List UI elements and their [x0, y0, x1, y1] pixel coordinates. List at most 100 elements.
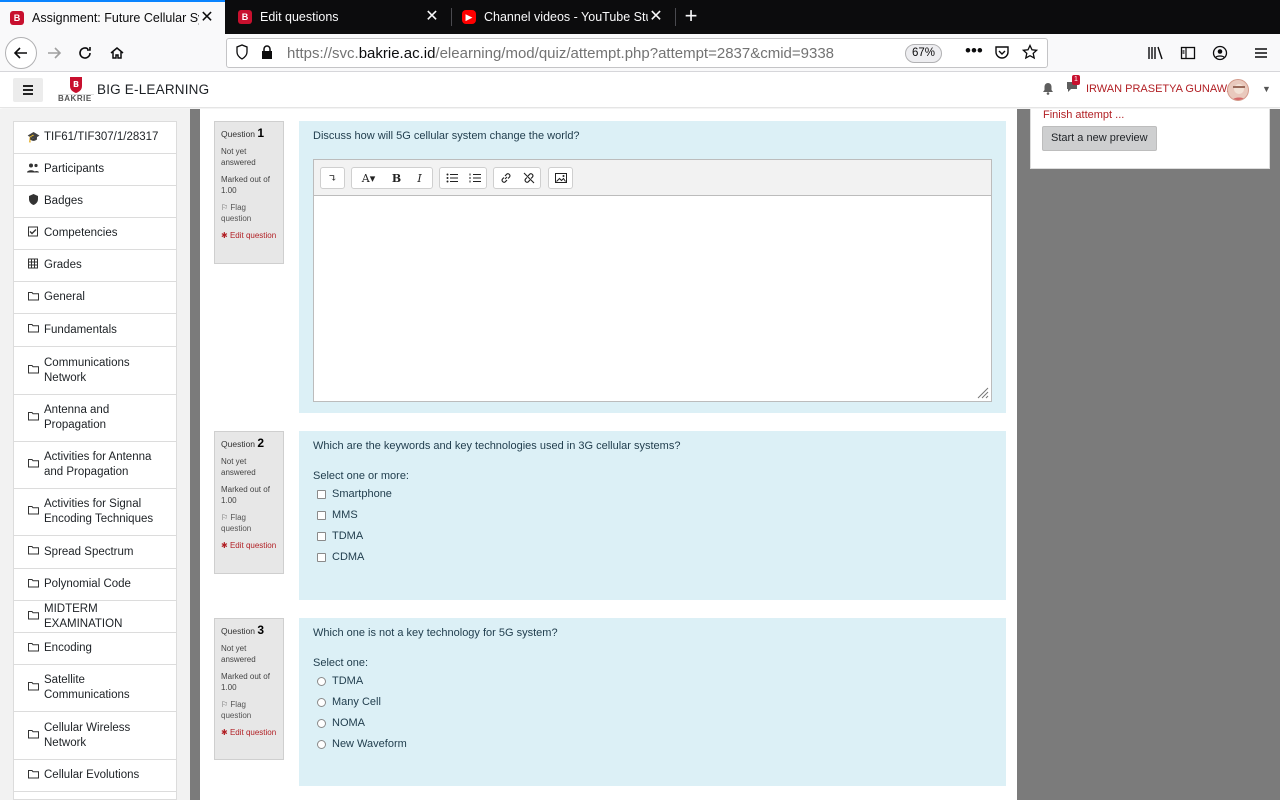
answer-option[interactable]: TDMA: [317, 530, 363, 542]
unlink-icon[interactable]: [517, 168, 540, 188]
option-label[interactable]: Smartphone: [332, 488, 392, 500]
sidebar-item-label: Encoding: [44, 642, 92, 654]
lock-icon[interactable]: [261, 44, 273, 64]
option-label[interactable]: NOMA: [332, 717, 365, 729]
user-menu-caret-icon[interactable]: ▼: [1262, 84, 1271, 94]
sidebar-item-activities-antenna[interactable]: Activities for Antenna and Propagation: [14, 442, 176, 489]
sidebar-item-spread-spectrum[interactable]: Spread Spectrum: [14, 536, 176, 569]
sidebar-item-cellular-wireless[interactable]: Cellular Wireless Network: [14, 712, 176, 760]
menu-icon[interactable]: [1247, 39, 1275, 67]
reload-button[interactable]: [71, 39, 99, 67]
site-name[interactable]: BIG E-LEARNING: [97, 82, 209, 97]
sidebar-item-competencies[interactable]: Competencies: [14, 218, 176, 250]
sidebar-item-antenna-propagation[interactable]: Antenna and Propagation: [14, 395, 176, 442]
sidebar-item-encoding[interactable]: Encoding: [14, 633, 176, 665]
answer-option[interactable]: Smartphone: [317, 488, 392, 500]
finish-attempt-link[interactable]: Finish attempt ...: [1043, 109, 1124, 121]
option-label[interactable]: Many Cell: [332, 696, 381, 708]
answer-option[interactable]: NOMA: [317, 717, 365, 729]
sidebar-item-activities-signal[interactable]: Activities for Signal Encoding Technique…: [14, 489, 176, 536]
option-label[interactable]: TDMA: [332, 675, 363, 687]
resize-handle-icon[interactable]: [977, 387, 989, 399]
sidebar-item-cellular-evolutions[interactable]: Cellular Evolutions: [14, 760, 176, 792]
ordered-list-icon[interactable]: [463, 168, 486, 188]
option-checkbox[interactable]: [317, 531, 326, 541]
sidebar-item-satellite[interactable]: Satellite Communications: [14, 665, 176, 712]
sidebar-item-communications-network[interactable]: Communications Network: [14, 347, 176, 395]
sidebar-item-grades[interactable]: Grades: [14, 250, 176, 282]
option-label[interactable]: New Waveform: [332, 738, 407, 750]
new-tab-icon[interactable]: +: [680, 5, 702, 27]
user-name[interactable]: IRWAN PRASETYA GUNAWAN: [1086, 83, 1242, 95]
answer-option[interactable]: New Waveform: [317, 738, 407, 750]
browser-tab[interactable]: B Edit questions ✕: [228, 0, 450, 34]
edit-question-link[interactable]: ✱ Edit question: [221, 540, 277, 551]
link-icon[interactable]: [494, 168, 517, 188]
url-bar[interactable]: https://svc.bakrie.ac.id/elearning/mod/q…: [226, 38, 1048, 68]
question-label: Question: [221, 626, 256, 636]
toolbar-group: ↴: [320, 167, 345, 189]
drawer-toggle-button[interactable]: [13, 78, 43, 102]
font-style-icon[interactable]: A▾: [352, 168, 385, 188]
edit-label: Edit question: [229, 728, 277, 737]
edit-question-link[interactable]: ✱ Edit question: [221, 230, 277, 241]
flag-question-link[interactable]: ⚐ Flag question: [221, 512, 277, 534]
user-avatar[interactable]: [1227, 79, 1249, 101]
unordered-list-icon[interactable]: [440, 168, 463, 188]
flag-question-link[interactable]: ⚐ Flag question: [221, 699, 277, 721]
back-button[interactable]: [5, 37, 37, 69]
zoom-level[interactable]: 67%: [905, 44, 943, 63]
option-checkbox[interactable]: [317, 552, 326, 562]
browser-tab[interactable]: ▶ Channel videos - YouTube Stu ✕: [452, 0, 674, 34]
page-actions-icon[interactable]: •••: [965, 41, 983, 61]
library-icon[interactable]: [1142, 39, 1170, 67]
home-button[interactable]: [103, 39, 131, 67]
sidebar-item-participants[interactable]: Participants: [14, 154, 176, 186]
bold-icon[interactable]: B: [385, 168, 408, 188]
question-marks: Marked out of 1.00: [221, 175, 270, 195]
browser-tab-active[interactable]: B Assignment: Future Cellular Sy ✕: [0, 0, 225, 34]
toolbar-toggle-icon[interactable]: ↴: [321, 168, 344, 188]
sidebar-item-badges[interactable]: Badges: [14, 186, 176, 218]
question-number: Question 2: [221, 437, 277, 450]
sidebar-item-course[interactable]: 🎓 TIF61/TIF307/1/28317: [14, 122, 176, 154]
option-checkbox[interactable]: [317, 510, 326, 520]
option-radio[interactable]: [317, 718, 326, 728]
option-label[interactable]: TDMA: [332, 530, 363, 542]
answer-option[interactable]: MMS: [317, 509, 358, 521]
sidebar-item-midterm[interactable]: MIDTERM EXAMINATION: [14, 601, 176, 633]
account-icon[interactable]: [1206, 39, 1234, 67]
sidebar-toggle-icon[interactable]: [1174, 39, 1202, 67]
forward-button[interactable]: [40, 39, 68, 67]
option-checkbox[interactable]: [317, 489, 326, 499]
option-radio[interactable]: [317, 697, 326, 707]
image-icon[interactable]: [549, 168, 572, 188]
option-radio[interactable]: [317, 676, 326, 686]
answer-option[interactable]: TDMA: [317, 675, 363, 687]
sidebar-item-polynomial-code[interactable]: Polynomial Code: [14, 569, 176, 601]
close-tab-icon[interactable]: ✕: [199, 10, 215, 26]
question-content: Which one is not a key technology for 5G…: [299, 618, 1006, 786]
edit-question-link[interactable]: ✱ Edit question: [221, 727, 277, 738]
pocket-icon[interactable]: [994, 44, 1010, 64]
start-new-preview-button[interactable]: Start a new preview: [1042, 126, 1157, 151]
answer-option[interactable]: CDMA: [317, 551, 364, 563]
folder-icon: [27, 323, 39, 338]
sidebar-item-fundamentals[interactable]: Fundamentals: [14, 314, 176, 347]
bookmark-star-icon[interactable]: [1021, 43, 1039, 64]
flag-question-link[interactable]: ⚐ Flag question: [221, 202, 277, 224]
option-label[interactable]: MMS: [332, 509, 358, 521]
url-text[interactable]: https://svc.bakrie.ac.id/elearning/mod/q…: [287, 45, 834, 62]
option-radio[interactable]: [317, 739, 326, 749]
edit-label: Edit question: [229, 541, 277, 550]
answer-prompt: Select one or more:: [313, 470, 409, 482]
tracking-shield-icon[interactable]: [235, 44, 249, 64]
answer-editor[interactable]: ↴ A▾ B I: [313, 159, 992, 402]
close-tab-icon[interactable]: ✕: [648, 9, 664, 25]
close-tab-icon[interactable]: ✕: [424, 9, 440, 25]
answer-option[interactable]: Many Cell: [317, 696, 381, 708]
notification-bell-icon[interactable]: [1042, 82, 1054, 98]
option-label[interactable]: CDMA: [332, 551, 364, 563]
sidebar-item-general[interactable]: General: [14, 282, 176, 314]
italic-icon[interactable]: I: [408, 168, 431, 188]
